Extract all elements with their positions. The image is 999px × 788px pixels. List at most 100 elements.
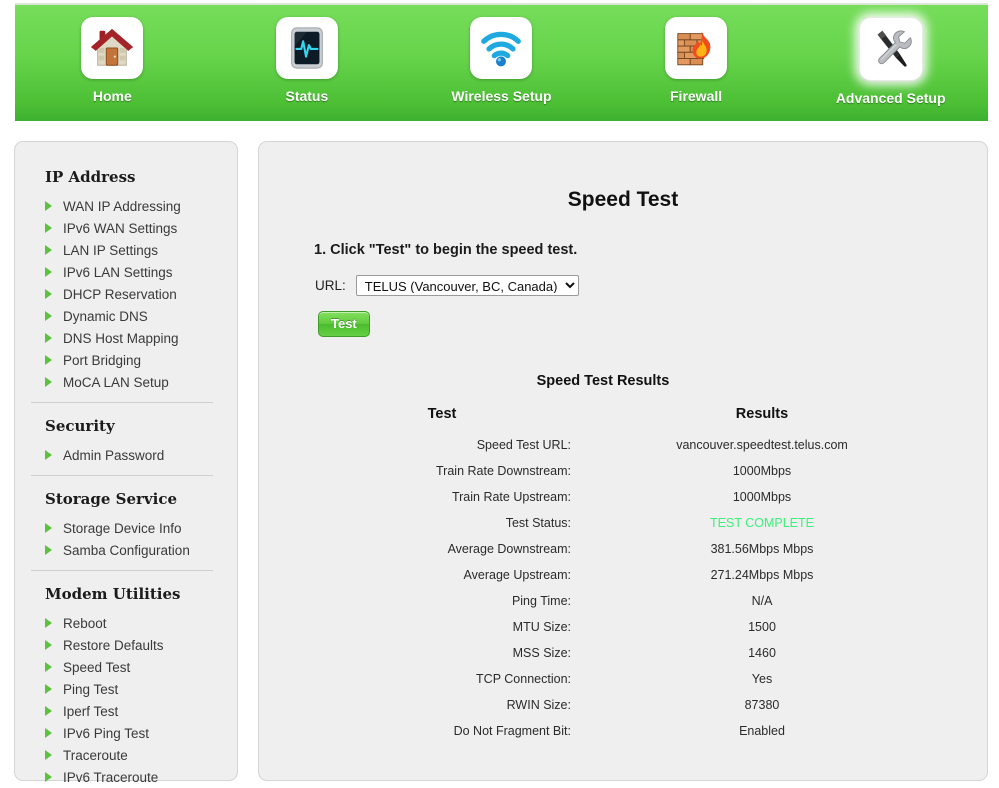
house-icon[interactable]: [81, 17, 144, 79]
column-header-test: Test: [427, 406, 457, 422]
result-label: Train Rate Downstream:: [436, 464, 571, 478]
sidebar-item-label: Samba Configuration: [63, 542, 190, 558]
sidebar-item-label: MoCA LAN Setup: [63, 374, 169, 390]
table-row: Ping Time: N/A: [287, 588, 927, 614]
sidebar-item-dns-host-mapping[interactable]: DNS Host Mapping: [45, 327, 219, 349]
nav-item-home[interactable]: Home: [37, 17, 187, 104]
sidebar-item-ipv6-traceroute[interactable]: IPv6 Traceroute: [45, 766, 219, 788]
sidebar-item-label: WAN IP Addressing: [63, 198, 181, 214]
sidebar-item-label: DNS Host Mapping: [63, 330, 179, 346]
table-row: Speed Test URL: vancouver.speedtest.telus…: [287, 432, 927, 458]
table-row: Train Rate Upstream: 1000Mbps: [287, 484, 927, 510]
arrow-right-icon: [45, 684, 52, 694]
sidebar-item-iperf-test[interactable]: Iperf Test: [45, 700, 219, 722]
wifi-icon[interactable]: [470, 17, 533, 79]
result-value: 87380: [744, 698, 780, 712]
status-badge: TEST COMPLETE: [710, 516, 814, 530]
sidebar-item-label: Dynamic DNS: [63, 308, 148, 324]
column-header-results: Results: [735, 406, 789, 422]
result-label: MSS Size:: [512, 646, 571, 660]
results-header-row: Test Results: [287, 400, 927, 432]
nav-item-label: Advanced Setup: [835, 90, 946, 106]
table-row: Test Status: TEST COMPLETE: [287, 510, 927, 536]
sidebar-item-storage-device-info[interactable]: Storage Device Info: [45, 517, 219, 539]
result-value: vancouver.speedtest.telus.com: [676, 438, 848, 452]
result-label: Train Rate Upstream:: [451, 490, 571, 504]
sidebar-item-dhcp-reservation[interactable]: DHCP Reservation: [45, 283, 219, 305]
result-value: 1500: [748, 620, 776, 634]
results-title: Speed Test Results: [536, 373, 670, 389]
result-label: Average Downstream:: [447, 542, 571, 556]
nav-item-advanced-setup[interactable]: Advanced Setup: [816, 17, 966, 106]
sidebar-item-label: Port Bridging: [63, 352, 142, 368]
nav-item-label: Wireless Setup: [451, 88, 552, 104]
sidebar-item-ipv6-lan-settings[interactable]: IPv6 LAN Settings: [45, 261, 219, 283]
page-title: Speed Test: [567, 188, 679, 211]
sidebar-item-ipv6-wan-settings[interactable]: IPv6 WAN Settings: [45, 217, 219, 239]
nav-item-firewall[interactable]: Firewall: [621, 17, 771, 104]
sidebar-item-ping-test[interactable]: Ping Test: [45, 678, 219, 700]
sidebar-item-admin-password[interactable]: Admin Password: [45, 444, 219, 466]
sidebar-item-label: IPv6 LAN Settings: [63, 264, 173, 280]
speed-test-results-table: Test Results Speed Test URL: vancouver.sp…: [287, 400, 927, 744]
arrow-right-icon: [45, 311, 52, 321]
sidebar-item-label: Ping Test: [63, 681, 119, 697]
arrow-right-icon: [45, 662, 52, 672]
sidebar-section-heading: Modem Utilities: [45, 585, 181, 603]
table-row: Average Downstream: 381.56Mbps Mbps: [287, 536, 927, 562]
test-button[interactable]: Test: [318, 311, 370, 337]
sidebar-item-reboot[interactable]: Reboot: [45, 612, 219, 634]
sidebar-item-label: DHCP Reservation: [63, 286, 177, 302]
result-label: Average Upstream:: [463, 568, 571, 582]
result-value: 1460: [748, 646, 776, 660]
arrow-right-icon: [45, 201, 52, 211]
table-row: Do Not Fragment Bit: Enabled: [287, 718, 927, 744]
monitor-pulse-icon[interactable]: [275, 17, 338, 79]
sidebar-item-dynamic-dns[interactable]: Dynamic DNS: [45, 305, 219, 327]
sidebar-item-port-bridging[interactable]: Port Bridging: [45, 349, 219, 371]
sidebar-item-label: Admin Password: [63, 447, 165, 463]
results-table-head: Test Results: [287, 400, 927, 432]
result-value: 271.24Mbps Mbps: [710, 568, 814, 582]
sidebar-item-label: Restore Defaults: [63, 637, 164, 653]
sidebar-item-label: Storage Device Info: [63, 520, 182, 536]
step-instruction: 1. Click "Test" to begin the speed test.: [314, 242, 578, 258]
sidebar-item-wan-ip-addressing[interactable]: WAN IP Addressing: [45, 195, 219, 217]
brick-wall-flame-icon[interactable]: [665, 17, 728, 79]
sidebar-section-heading: Security: [45, 417, 115, 435]
sidebar-item-traceroute[interactable]: Traceroute: [45, 744, 219, 766]
table-row: Average Upstream: 271.24Mbps Mbps: [287, 562, 927, 588]
sidebar-item-label: IPv6 Ping Test: [63, 725, 150, 741]
sidebar-item-label: Traceroute: [63, 747, 128, 763]
nav-item-wireless-setup[interactable]: Wireless Setup: [426, 17, 576, 104]
sidebar-section-heading: IP Address: [45, 168, 136, 186]
arrow-right-icon: [45, 333, 52, 343]
arrow-right-icon: [45, 377, 52, 387]
result-value: N/A: [751, 594, 773, 608]
screwdriver-wrench-icon[interactable]: [858, 17, 923, 81]
sidebar-item-ipv6-ping-test[interactable]: IPv6 Ping Test: [45, 722, 219, 744]
sidebar-panel: IP Address WAN IP Addressing IPv6 WAN Sett…: [14, 141, 238, 785]
sidebar-item-moca-lan-setup[interactable]: MoCA LAN Setup: [45, 371, 219, 393]
arrow-right-icon: [45, 728, 52, 738]
nav-item-label: Firewall: [670, 88, 723, 104]
result-label: TCP Connection:: [476, 672, 571, 686]
result-label: Speed Test URL:: [476, 438, 571, 452]
sidebar-item-samba-configuration[interactable]: Samba Configuration: [45, 539, 219, 561]
results-table-body: Speed Test URL: vancouver.speedtest.telus…: [287, 432, 927, 744]
result-label: Ping Time:: [511, 594, 571, 608]
arrow-right-icon: [45, 267, 52, 277]
sidebar-section: IP Address WAN IP Addressing IPv6 WAN Sett…: [31, 168, 219, 403]
table-row: MTU Size: 1500: [287, 614, 927, 640]
result-label: RWIN Size:: [506, 698, 571, 712]
arrow-right-icon: [45, 750, 52, 760]
sidebar-item-speed-test[interactable]: Speed Test: [45, 656, 219, 678]
result-value: 381.56Mbps Mbps: [710, 542, 814, 556]
result-label: MTU Size:: [512, 620, 571, 634]
result-value: 1000Mbps: [732, 464, 792, 478]
sidebar-item-restore-defaults[interactable]: Restore Defaults: [45, 634, 219, 656]
nav-item-status[interactable]: Status: [232, 17, 382, 104]
sidebar-item-lan-ip-settings[interactable]: LAN IP Settings: [45, 239, 219, 261]
result-value: Enabled: [739, 724, 785, 738]
url-select[interactable]: TELUS (Vancouver, BC, Canada): [355, 275, 579, 296]
